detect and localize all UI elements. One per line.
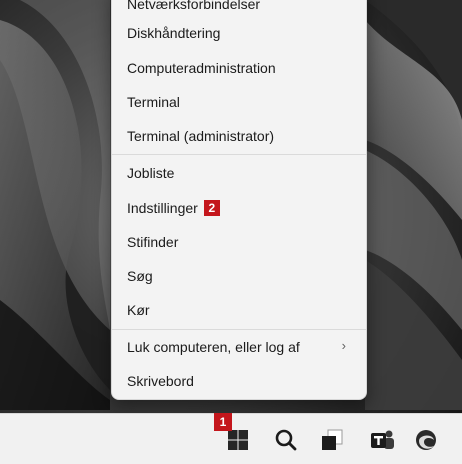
search-button[interactable] [270, 424, 302, 456]
teams-button[interactable] [366, 424, 398, 456]
edge-button[interactable] [410, 424, 442, 456]
menu-item-computeradministration[interactable]: Computeradministration [120, 53, 358, 83]
menu-item-terminal-admin[interactable]: Terminal (administrator) [120, 121, 358, 151]
task-view-button[interactable] [316, 424, 348, 456]
menu-item-label: Luk computeren, eller log af [127, 339, 300, 355]
annotation-badge-1: 1 [214, 413, 232, 431]
menu-separator [112, 329, 366, 330]
winx-context-menu: Netværksforbindelser Diskhåndtering Comp… [111, 0, 367, 400]
menu-item-netvaerksforbindelser[interactable]: Netværksforbindelser [120, 0, 358, 19]
menu-item-terminal[interactable]: Terminal [120, 87, 358, 117]
menu-item-label: Computeradministration [127, 60, 276, 76]
menu-item-label: Indstillinger [127, 200, 198, 216]
menu-item-soeg[interactable]: Søg [120, 261, 358, 291]
menu-item-label: Jobliste [127, 165, 175, 181]
menu-item-koer[interactable]: Kør [120, 295, 358, 325]
menu-item-luk-computeren[interactable]: Luk computeren, eller log af › [120, 332, 358, 362]
menu-item-label: Søg [127, 268, 153, 284]
menu-item-label: Netværksforbindelser [127, 0, 261, 12]
menu-item-label: Kør [127, 302, 150, 318]
menu-item-diskhaandtering[interactable]: Diskhåndtering [120, 18, 358, 48]
menu-item-skrivebord[interactable]: Skrivebord [120, 366, 358, 396]
edge-icon [416, 430, 436, 450]
menu-item-label: Terminal [127, 94, 180, 110]
search-icon [275, 429, 297, 451]
menu-item-label: Diskhåndtering [127, 25, 221, 41]
menu-item-indstillinger[interactable]: Indstillinger 2 [120, 193, 358, 223]
menu-item-jobliste[interactable]: Jobliste [120, 158, 358, 188]
menu-item-stifinder[interactable]: Stifinder [120, 227, 358, 257]
menu-item-label: Skrivebord [127, 373, 194, 389]
annotation-badge-2: 2 [203, 200, 220, 216]
task-view-icon [322, 429, 343, 450]
chevron-right-icon: › [341, 338, 346, 353]
menu-item-label: Terminal (administrator) [127, 128, 275, 144]
teams-icon [371, 430, 394, 449]
menu-item-label: Stifinder [127, 234, 179, 250]
menu-separator [112, 154, 366, 155]
